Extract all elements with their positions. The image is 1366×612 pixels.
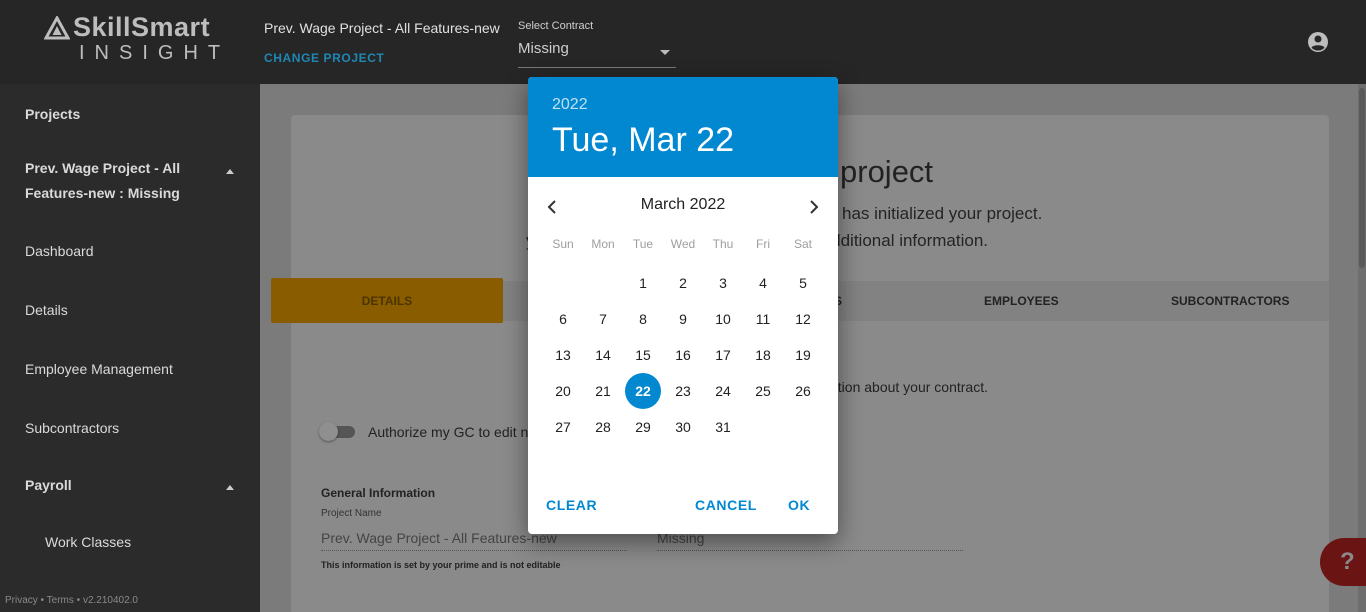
ok-button[interactable]: OK xyxy=(788,497,810,513)
sidebar-item-current-project[interactable]: Prev. Wage Project - All Features-new : … xyxy=(25,156,180,206)
sidebar-item-employee-management[interactable]: Employee Management xyxy=(25,361,173,377)
calendar-day[interactable]: 26 xyxy=(785,373,821,409)
sidebar-item-payroll[interactable]: Payroll xyxy=(25,477,72,493)
selected-day[interactable]: 22 xyxy=(625,373,661,409)
weekday-label: Sun xyxy=(552,237,574,251)
calendar-day[interactable]: 20 xyxy=(545,373,581,409)
chevron-right-icon[interactable] xyxy=(802,195,826,219)
collapse-caret-icon[interactable] xyxy=(226,169,234,174)
calendar-day[interactable]: 30 xyxy=(665,409,701,445)
calendar-day[interactable]: 19 xyxy=(785,337,821,373)
intro-line-1: has initialized your project. xyxy=(842,204,1043,223)
calendar-day[interactable]: 27 xyxy=(545,409,581,445)
sidebar-item-dashboard[interactable]: Dashboard xyxy=(25,243,94,259)
calendar-day[interactable]: 8 xyxy=(625,301,661,337)
logo-wordmark: SkillSmart xyxy=(44,12,210,43)
tab-employees[interactable]: EMPLOYEES xyxy=(984,294,1059,308)
calendar-day[interactable]: 12 xyxy=(785,301,821,337)
calendar-month-label: March 2022 xyxy=(640,196,726,213)
calendar-day[interactable]: 11 xyxy=(745,301,781,337)
not-editable-note: This information is set by your prime an… xyxy=(321,560,561,570)
calendar-day[interactable]: 1 xyxy=(625,265,661,301)
weekday-label: Thu xyxy=(712,237,734,251)
date-picker-header: 2022 Tue, Mar 22 xyxy=(528,77,838,177)
account-circle-icon[interactable] xyxy=(1306,30,1330,54)
calendar-day[interactable]: 16 xyxy=(665,337,701,373)
authorize-gc-label: Authorize my GC to edit n xyxy=(368,424,529,440)
tab-details[interactable]: DETAILS xyxy=(271,278,503,323)
sidebar-item-details[interactable]: Details xyxy=(25,302,68,318)
date-picker-dialog: 2022 Tue, Mar 22 March 2022 Sun Mon Tue Wed… xyxy=(528,77,838,534)
calendar-day[interactable]: 23 xyxy=(665,373,701,409)
calendar-day[interactable]: 29 xyxy=(625,409,661,445)
scrollbar-thumb[interactable] xyxy=(1359,88,1365,268)
calendar-day[interactable]: 24 xyxy=(705,373,741,409)
calendar-day[interactable]: 5 xyxy=(785,265,821,301)
calendar-day[interactable]: 14 xyxy=(585,337,621,373)
calendar-day[interactable]: 7 xyxy=(585,301,621,337)
contract-select-value: Missing xyxy=(518,40,569,57)
contract-select[interactable]: Missing xyxy=(518,40,676,68)
picker-year[interactable]: 2022 xyxy=(552,96,588,114)
picker-selected-date: Tue, Mar 22 xyxy=(552,121,735,159)
weekday-label: Tue xyxy=(632,237,654,251)
logo-main-text: SkillSmart xyxy=(73,12,211,42)
calendar-day[interactable]: 25 xyxy=(745,373,781,409)
logo-sub-text: INSIGHT xyxy=(79,42,231,64)
footer-links[interactable]: Privacy • Terms • v2.210402.0 xyxy=(5,595,138,606)
calendar-day[interactable]: 18 xyxy=(745,337,781,373)
calendar-day[interactable]: 2 xyxy=(665,265,701,301)
weekday-label: Mon xyxy=(591,237,615,251)
calendar-day[interactable]: 21 xyxy=(585,373,621,409)
general-information-heading: General Information xyxy=(321,486,436,500)
weekday-label: Fri xyxy=(756,237,770,251)
sidebar-item-subcontractors[interactable]: Subcontractors xyxy=(25,420,119,436)
chevron-left-icon[interactable] xyxy=(540,195,564,219)
contract-info-text: ation about your contract. xyxy=(830,379,988,395)
authorize-gc-toggle[interactable] xyxy=(319,422,357,441)
top-app-bar: SkillSmart INSIGHT Prev. Wage Project - … xyxy=(0,0,1366,84)
collapse-caret-icon[interactable] xyxy=(226,485,234,490)
calendar-day[interactable]: 9 xyxy=(665,301,701,337)
weekday-label: Sat xyxy=(793,237,812,251)
weekday-label: Wed xyxy=(670,237,696,251)
sidebar-item-projects[interactable]: Projects xyxy=(25,106,80,122)
calendar-day[interactable]: 10 xyxy=(705,301,741,337)
calendar-day[interactable]: 17 xyxy=(705,337,741,373)
sidebar-project-line2: Features-new : Missing xyxy=(25,185,180,201)
sidebar-project-line1: Prev. Wage Project - All xyxy=(25,160,181,176)
change-project-link[interactable]: CHANGE PROJECT xyxy=(264,51,384,65)
toggle-knob xyxy=(319,422,338,441)
page-heading: project xyxy=(840,154,934,189)
calendar-day[interactable]: 31 xyxy=(705,409,741,445)
dropdown-caret-icon xyxy=(660,50,670,55)
logo-triangle-icon xyxy=(44,15,70,39)
calendar-day[interactable]: 6 xyxy=(545,301,581,337)
help-button[interactable]: ? xyxy=(1320,538,1366,586)
calendar-day[interactable]: 4 xyxy=(745,265,781,301)
tab-subcontractors[interactable]: SUBCONTRACTORS xyxy=(1171,294,1289,308)
sidebar-item-work-classes[interactable]: Work Classes xyxy=(45,534,131,550)
calendar-day[interactable]: 15 xyxy=(625,337,661,373)
app-logo[interactable]: SkillSmart INSIGHT xyxy=(44,12,224,68)
current-project-name: Prev. Wage Project - All Features-new xyxy=(264,20,500,36)
calendar-day[interactable]: 13 xyxy=(545,337,581,373)
project-name-label: Project Name xyxy=(321,508,382,519)
calendar-day[interactable]: 28 xyxy=(585,409,621,445)
calendar-day[interactable]: 3 xyxy=(705,265,741,301)
select-contract-label: Select Contract xyxy=(518,20,594,32)
clear-button[interactable]: CLEAR xyxy=(546,497,597,513)
cancel-button[interactable]: CANCEL xyxy=(695,497,757,513)
weekday-header: Sun Mon Tue Wed Thu Fri Sat xyxy=(543,237,823,253)
